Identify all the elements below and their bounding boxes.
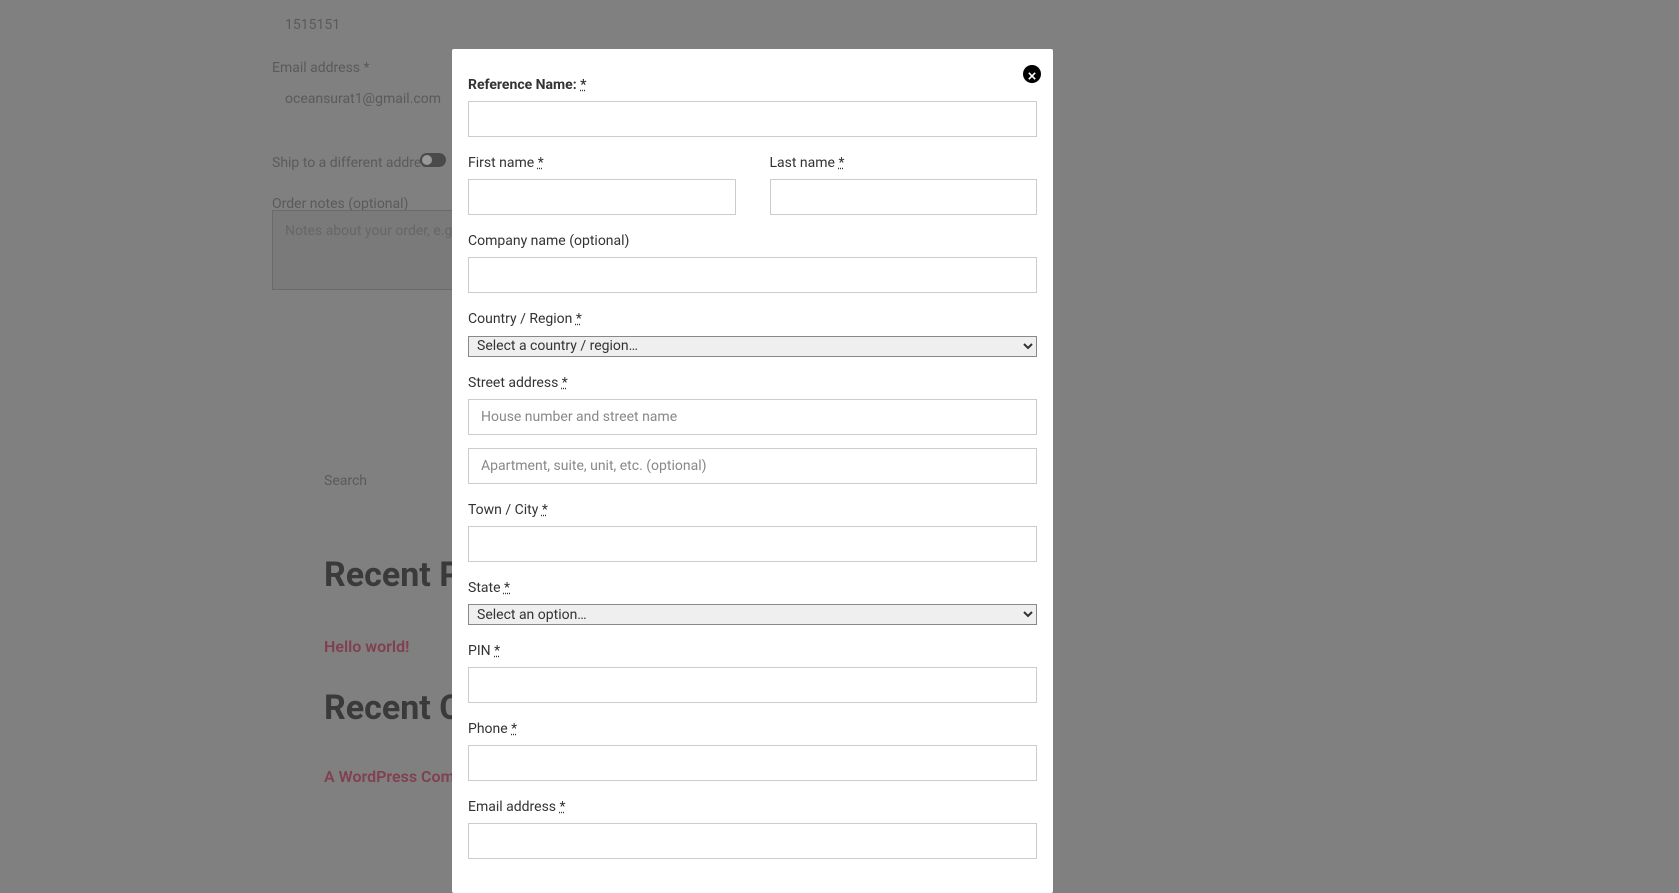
address-modal: Reference Name: * First name * Last name… <box>452 49 1053 893</box>
company-input[interactable] <box>468 257 1037 293</box>
street-label: Street address * <box>468 375 1037 391</box>
email-row: Email address * <box>468 799 1037 859</box>
state-row: State * Select an option… <box>468 580 1037 626</box>
last-name-row: Last name * <box>770 155 1038 215</box>
pin-row: PIN * <box>468 643 1037 703</box>
reference-name-row: Reference Name: * <box>468 77 1037 137</box>
last-name-label: Last name * <box>770 155 1038 171</box>
reference-name-input[interactable] <box>468 101 1037 137</box>
bg-search-label: Search <box>324 473 367 489</box>
last-name-input[interactable] <box>770 179 1038 215</box>
recent-posts-heading: Recent P <box>324 555 461 595</box>
first-name-row: First name * <box>468 155 736 215</box>
state-select[interactable]: Select an option… <box>468 604 1037 625</box>
city-input[interactable] <box>468 526 1037 562</box>
close-icon <box>1028 65 1036 84</box>
bg-ship-label: Ship to a different address? <box>272 155 442 171</box>
state-label: State * <box>468 580 1037 596</box>
pin-input[interactable] <box>468 667 1037 703</box>
phone-label: Phone * <box>468 721 1037 737</box>
street-row: Street address * <box>468 375 1037 484</box>
city-row: Town / City * <box>468 502 1037 562</box>
first-name-label: First name * <box>468 155 736 171</box>
street-address-1-input[interactable] <box>468 399 1037 435</box>
country-row: Country / Region * Select a country / re… <box>468 311 1037 357</box>
email-input[interactable] <box>468 823 1037 859</box>
phone-input[interactable] <box>468 745 1037 781</box>
reference-name-label: Reference Name: * <box>468 77 1037 93</box>
bg-email-value: oceansurat1@gmail.com <box>285 91 441 107</box>
first-name-input[interactable] <box>468 179 736 215</box>
hello-world-link[interactable]: Hello world! <box>324 637 409 656</box>
bg-email-label: Email address * <box>272 60 370 76</box>
city-label: Town / City * <box>468 502 1037 518</box>
street-address-2-input[interactable] <box>468 448 1037 484</box>
country-label: Country / Region * <box>468 311 1037 327</box>
country-select[interactable]: Select a country / region… <box>468 336 1037 357</box>
email-label: Email address * <box>468 799 1037 815</box>
recent-comments-heading: Recent C <box>324 688 461 728</box>
bg-phone-value: 1515151 <box>285 17 340 33</box>
phone-row: Phone * <box>468 721 1037 781</box>
close-modal-button[interactable] <box>1023 65 1041 83</box>
pin-label: PIN * <box>468 643 1037 659</box>
wp-comment-link[interactable]: A WordPress Com <box>324 767 454 786</box>
company-label: Company name (optional) <box>468 233 1037 249</box>
company-row: Company name (optional) <box>468 233 1037 293</box>
ship-different-toggle[interactable] <box>420 153 446 167</box>
